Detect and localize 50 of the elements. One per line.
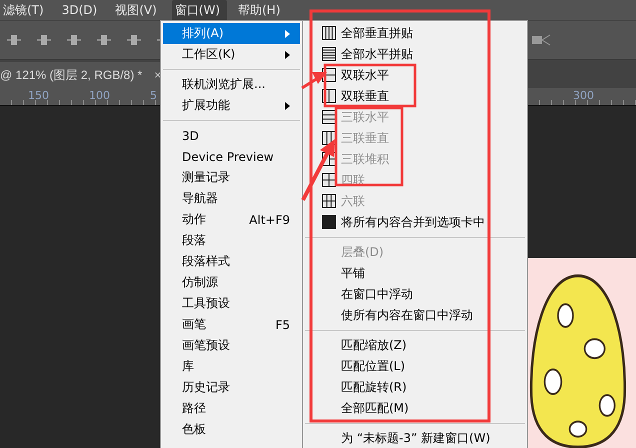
close-tab-button[interactable]: × [154, 68, 162, 82]
menu-bar-item[interactable]: 滤镜(T) [0, 0, 51, 20]
window-layout-icon [322, 194, 336, 208]
align-icon[interactable] [36, 33, 52, 47]
align-icon[interactable] [96, 33, 112, 47]
menu-item[interactable]: 色板 [163, 419, 300, 440]
menu-item[interactable]: 画笔 F5 [163, 314, 300, 335]
align-icon[interactable] [6, 33, 22, 47]
menu-item[interactable]: 在窗口中浮动 [303, 284, 527, 305]
video-camera-icon[interactable] [532, 34, 552, 46]
menu-bar-item[interactable]: 窗口(W) [172, 0, 227, 20]
menu-item[interactable]: 工作区(K) [163, 44, 300, 65]
menu-item[interactable]: 匹配位置(L) [303, 356, 527, 377]
menu-item[interactable]: 平铺 [303, 263, 527, 284]
window-layout-icon [322, 173, 336, 187]
menu-item[interactable]: 使所有内容在窗口中浮动 [303, 305, 527, 326]
menu-item[interactable]: 全部垂直拼贴 [303, 23, 527, 44]
menu-item[interactable]: 路径 [163, 398, 300, 419]
annotation-arrow [301, 72, 327, 90]
menu-item[interactable]: 段落样式 [163, 251, 300, 272]
menu-item[interactable]: 工具预设 [163, 293, 300, 314]
menu-item[interactable]: 匹配缩放(Z) [303, 335, 527, 356]
menu-item[interactable]: 画笔预设 [163, 335, 300, 356]
menu-item[interactable]: 双联垂直 [303, 86, 527, 107]
annotation-arrow [301, 139, 335, 201]
menu-item[interactable]: Device Preview [163, 146, 300, 167]
menu-item[interactable]: 动作 Alt+F9 [163, 209, 300, 230]
menu-item[interactable]: 匹配旋转(R) [303, 377, 527, 398]
align-icon[interactable] [126, 33, 142, 47]
menu-item[interactable]: 为 “未标题-3” 新建窗口(W) [303, 428, 527, 448]
menu-item[interactable]: 全部匹配(M) [303, 398, 527, 419]
window-layout-icon [322, 215, 336, 229]
align-icon[interactable] [66, 33, 82, 47]
menu-item[interactable]: 双联水平 [303, 65, 527, 86]
window-layout-icon [322, 26, 336, 40]
menu-item[interactable]: 段落 [163, 230, 300, 251]
window-layout-icon [322, 47, 336, 61]
menu-item[interactable]: 3D [163, 125, 300, 146]
menu-item[interactable]: 将所有内容合并到选项卡中 [303, 212, 527, 233]
window-layout-icon [322, 110, 336, 124]
menu-item[interactable]: 导航器 [163, 188, 300, 209]
menu-item[interactable]: 测量记录 [163, 167, 300, 188]
menu-bar-item[interactable]: 视图(V) [112, 0, 164, 20]
menu-item[interactable]: 仿制源 [163, 272, 300, 293]
menu-item[interactable]: 库 [163, 356, 300, 377]
menu-bar-item[interactable]: 3D(D) [58, 1, 104, 19]
menu-item[interactable]: 排列(A) [163, 23, 300, 44]
menu-item[interactable]: 全部水平拼贴 [303, 44, 527, 65]
menu-item[interactable]: 历史记录 [163, 377, 300, 398]
menu-bar-item[interactable]: 帮助(H) [235, 0, 288, 20]
